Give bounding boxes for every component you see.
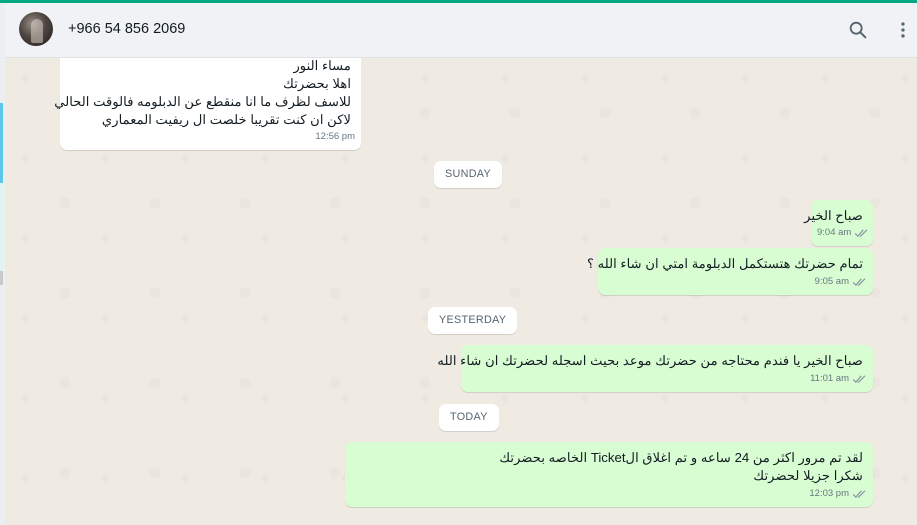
kebab-menu-icon[interactable] bbox=[892, 19, 914, 41]
message-time: 9:05 am bbox=[814, 276, 849, 287]
message-meta: 12:03 pm bbox=[809, 485, 867, 503]
message-time: 12:56 pm bbox=[315, 131, 355, 142]
double-check-icon bbox=[852, 375, 866, 384]
message-line: اهلا بحضرتك bbox=[283, 76, 351, 91]
chat-header: +966 54 856 2069 bbox=[5, 3, 917, 58]
date-divider-sunday: SUNDAY bbox=[434, 161, 502, 188]
message-line: شكرا جزيلا لحضرتك bbox=[753, 468, 863, 483]
message-line: تمام حضرتك هتستكمل الدبلومة امتي ان شاء … bbox=[586, 256, 863, 271]
message-meta: 11:01 am bbox=[810, 370, 867, 388]
search-icon[interactable] bbox=[847, 19, 869, 41]
double-check-icon bbox=[852, 278, 866, 287]
outgoing-message[interactable]: لقد تم مرور اكثر من 24 ساعه و تم اغلاق ا… bbox=[345, 442, 873, 507]
rail-segment bbox=[0, 271, 3, 285]
incoming-message[interactable]: مساء النور اهلا بحضرتك للاسف لظرف ما انا… bbox=[54, 58, 361, 150]
contact-name[interactable]: +966 54 856 2069 bbox=[68, 21, 185, 37]
avatar[interactable] bbox=[19, 12, 53, 46]
rail-highlight bbox=[0, 103, 3, 183]
message-line: لاكن ان كنت تقريبا خلصت ال ريفيت المعمار… bbox=[101, 112, 351, 127]
date-divider-today: TODAY bbox=[439, 404, 499, 431]
message-pane[interactable]: مساء النور اهلا بحضرتك للاسف لظرف ما انا… bbox=[5, 58, 917, 525]
outgoing-message[interactable]: تمام حضرتك هتستكمل الدبلومة امتي ان شاء … bbox=[587, 248, 873, 295]
double-check-icon bbox=[855, 229, 868, 238]
message-meta: 9:04 am bbox=[817, 224, 869, 242]
outgoing-message[interactable]: صباح الخير يا فندم محتاجه من حضرتك موعد … bbox=[437, 345, 873, 392]
outgoing-message[interactable]: صباح الخير 9:04 am bbox=[804, 200, 873, 246]
message-line: للاسف لظرف ما انا منقطع عن الدبلومه فالو… bbox=[54, 94, 351, 109]
message-meta: 9:05 am bbox=[815, 273, 867, 291]
double-check-icon bbox=[852, 490, 866, 499]
message-meta: 12:56 pm bbox=[315, 128, 355, 146]
date-divider-yesterday: YESTERDAY bbox=[428, 307, 518, 334]
message-time: 11:01 am bbox=[810, 373, 849, 384]
rail-segment bbox=[0, 183, 3, 271]
message-line: صباح الخير يا فندم محتاجه من حضرتك موعد … bbox=[437, 353, 863, 368]
message-line: صباح الخير bbox=[804, 208, 863, 223]
message-line: لقد تم مرور اكثر من 24 ساعه و تم اغلاق ا… bbox=[499, 450, 863, 465]
message-line: مساء النور bbox=[293, 58, 351, 73]
message-time: 9:04 am bbox=[817, 227, 852, 238]
message-time: 12:03 pm bbox=[809, 488, 849, 499]
